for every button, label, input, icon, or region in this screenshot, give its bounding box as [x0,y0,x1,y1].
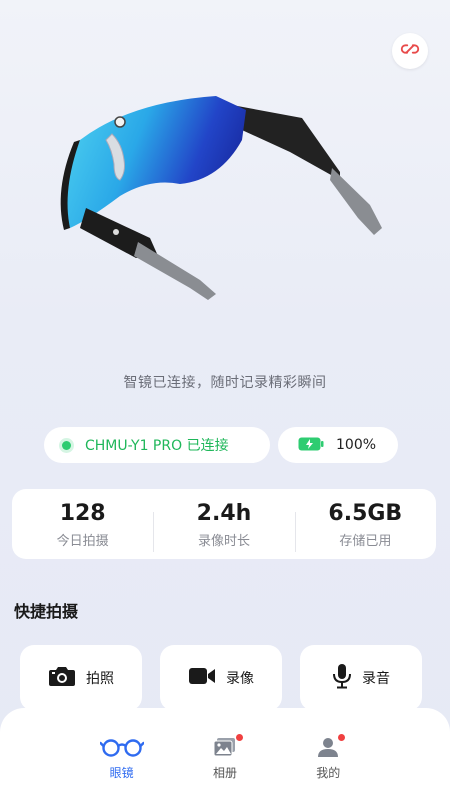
notification-badge [338,734,346,741]
tab-glasses[interactable]: 眼镜 [92,734,152,800]
bottom-tab-bar: 眼镜 相册 我的 [0,708,450,800]
connected-indicator-dot [62,440,71,450]
link-off-icon [399,38,421,64]
record-video-button[interactable]: 录像 [160,645,282,711]
stat-label: 今日拍摄 [56,533,109,549]
device-connection-status[interactable]: CHMU-Y1 PRO 已连接 [44,427,270,463]
button-label: 拍照 [86,671,114,687]
quick-capture-row: 拍照 录像 录音 [20,645,422,711]
usage-stats-card: 128 今日拍摄 2.4h 录像时长 6.5GB 存储已用 [12,489,436,559]
stat-value: 128 [59,500,106,526]
microphone-icon [332,663,352,693]
device-name-label: CHMU-Y1 PRO 已连接 [85,438,229,454]
stat-photos-today: 128 今日拍摄 [12,500,153,549]
gallery-icon [213,734,243,760]
glasses-icon [99,734,144,760]
battery-percentage: 100% [336,437,377,453]
record-audio-button[interactable]: 录音 [300,645,422,711]
take-photo-button[interactable]: 拍照 [20,645,142,711]
tab-label: 相册 [212,766,237,780]
stat-label: 存储已用 [339,533,392,549]
notification-badge [235,734,243,741]
stat-label: 录像时长 [197,533,250,549]
video-camera-icon [188,666,216,690]
tab-label: 眼镜 [109,766,134,780]
tab-profile[interactable]: 我的 [298,734,358,800]
quick-capture-title: 快捷拍摄 [14,602,79,621]
tab-label: 我的 [316,766,341,780]
button-label: 录音 [362,671,390,687]
battery-charging-icon [298,436,324,455]
camera-icon [48,664,76,692]
profile-icon [317,734,346,760]
tab-gallery[interactable]: 相册 [195,734,255,800]
button-label: 录像 [226,671,254,687]
stat-value: 6.5GB [328,500,403,526]
disconnect-button[interactable] [392,33,428,69]
connection-tagline: 智镜已连接，随时记录精彩瞬间 [123,375,327,391]
stat-storage-used: 6.5GB 存储已用 [294,500,436,552]
stat-recording-duration: 2.4h 录像时长 [153,500,294,552]
stat-value: 2.4h [196,500,252,526]
battery-status: 100% [278,427,398,463]
smart-glasses-image [40,80,400,310]
